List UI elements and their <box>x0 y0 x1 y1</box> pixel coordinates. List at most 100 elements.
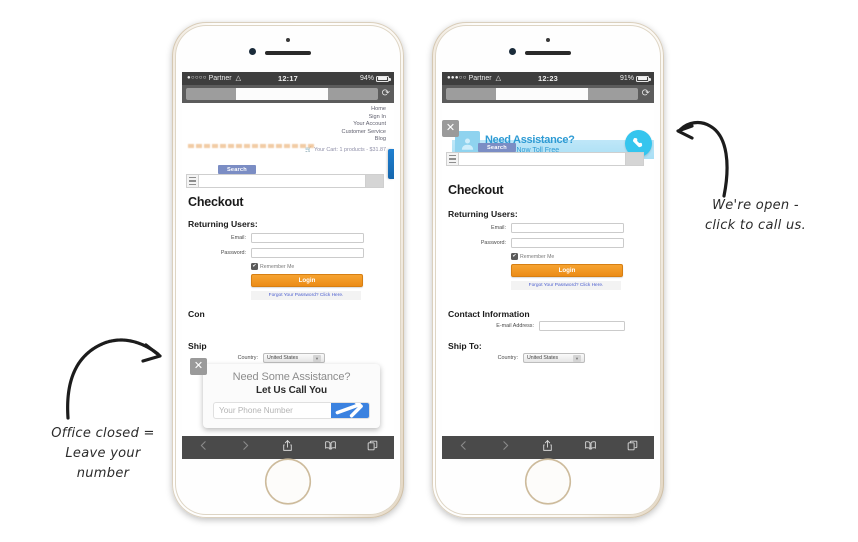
remember-me-checkbox[interactable]: ✔ <box>251 263 258 270</box>
remember-me-label: Remember Me <box>520 253 555 260</box>
search-input[interactable] <box>199 174 366 188</box>
status-bar-left: ●○○○○ Partner △ 12:17 94% <box>182 72 394 85</box>
remember-me-row[interactable]: ✔ Remember Me <box>511 253 554 260</box>
back-chevron-icon[interactable] <box>197 439 210 457</box>
returning-users-heading: Returning Users: <box>188 219 258 229</box>
browser-url-bar-right[interactable]: ⟳ <box>442 85 654 103</box>
front-camera-icon <box>249 48 256 55</box>
home-button-left[interactable] <box>266 460 310 503</box>
nav-link-home[interactable]: Home <box>182 106 386 114</box>
annotation-right-line2: click to call us. <box>704 218 807 233</box>
returning-users-heading: Returning Users: <box>448 209 518 219</box>
forgot-password-link[interactable]: Forgot Your Password? Click Here. <box>529 283 604 288</box>
comparison-stage: ●○○○○ Partner △ 12:17 94% ⟳ Home Sign In… <box>0 0 858 542</box>
earpiece-speaker <box>525 51 571 55</box>
url-input[interactable] <box>186 88 378 100</box>
remember-me-checkbox[interactable]: ✔ <box>511 253 518 260</box>
annotation-right-line1: We're open - <box>712 198 799 213</box>
search-tab-label[interactable]: Search <box>218 165 256 174</box>
home-button-right[interactable] <box>526 460 570 503</box>
chevron-down-icon: ▼ <box>313 354 321 362</box>
country-label: Country: <box>497 355 518 361</box>
back-chevron-icon[interactable] <box>457 439 470 457</box>
search-input[interactable] <box>459 152 626 166</box>
annotation-left: Office closed = Leave your number <box>18 424 188 484</box>
popup-phone-form: Your Phone Number <box>213 402 370 419</box>
annotation-arrow-right <box>676 120 729 198</box>
cart-summary-label: Your Cart: 1 products - $31.87 <box>313 146 386 153</box>
search-submit-button[interactable] <box>366 174 384 188</box>
phone-number-input[interactable]: Your Phone Number <box>214 403 331 418</box>
annotation-right: We're open - click to call us. <box>668 196 843 236</box>
close-icon[interactable]: ✕ <box>190 358 207 375</box>
page-title: Checkout <box>448 183 504 197</box>
search-submit-button[interactable] <box>626 152 644 166</box>
ship-to-heading: Ship To: <box>448 341 482 351</box>
book-icon[interactable] <box>584 439 597 457</box>
front-camera-icon <box>509 48 516 55</box>
phone-screen-right: ●●●○○ Partner △ 12:23 91% ⟳ ✕ Need Assis… <box>442 72 654 456</box>
book-icon[interactable] <box>324 439 337 457</box>
page-title: Checkout <box>188 195 244 209</box>
email-address-field[interactable] <box>539 321 625 331</box>
earpiece-speaker <box>265 51 311 55</box>
email-field[interactable] <box>251 233 364 243</box>
password-row: Password: <box>448 238 648 248</box>
country-selected-value: United States <box>527 355 559 361</box>
contact-information-heading: Contact Information <box>448 309 530 319</box>
status-clock: 12:23 <box>538 74 558 83</box>
country-selected-value: United States <box>267 355 299 361</box>
phone-screen-left: ●○○○○ Partner △ 12:17 94% ⟳ Home Sign In… <box>182 72 394 456</box>
login-button[interactable]: Login <box>251 274 363 287</box>
nav-link-customer-service[interactable]: Customer Service <box>182 129 386 137</box>
safari-toolbar-right <box>442 436 654 459</box>
close-icon[interactable]: ✕ <box>442 120 459 137</box>
battery-icon <box>636 75 651 82</box>
email-address-row: E-mail Address: <box>448 321 648 331</box>
forgot-password-link[interactable]: Forgot Your Password? Click Here. <box>269 293 344 298</box>
forward-chevron-icon[interactable] <box>239 439 252 457</box>
web-page-left: Home Sign In Your Account Customer Servi… <box>182 103 394 456</box>
phone-device-right: ●●●○○ Partner △ 12:23 91% ⟳ ✕ Need Assis… <box>432 22 664 518</box>
nav-link-sign-in[interactable]: Sign In <box>182 114 386 122</box>
reload-icon[interactable]: ⟳ <box>382 89 390 99</box>
hamburger-icon[interactable] <box>186 174 199 188</box>
remember-me-row[interactable]: ✔ Remember Me <box>251 263 294 270</box>
browser-url-bar-left[interactable]: ⟳ <box>182 85 394 103</box>
url-input[interactable] <box>446 88 638 100</box>
country-row: Country: United States ▼ <box>448 353 648 363</box>
login-button[interactable]: Login <box>511 264 623 277</box>
phone-device-left: ●○○○○ Partner △ 12:17 94% ⟳ Home Sign In… <box>172 22 404 518</box>
annotation-arrow-left <box>66 338 162 420</box>
email-row: Email: <box>448 223 648 233</box>
annotation-left-line2: Leave your <box>65 446 141 461</box>
tabs-icon[interactable] <box>626 439 639 457</box>
popup-subtitle: Let Us Call You <box>256 385 327 396</box>
side-feedback-tab[interactable] <box>388 149 394 179</box>
annotation-left-line1: Office closed = <box>51 426 155 441</box>
status-bar-right: ●●●○○ Partner △ 12:23 91% <box>442 72 654 85</box>
phone-body-right: ●●●○○ Partner △ 12:23 91% ⟳ ✕ Need Assis… <box>435 25 661 515</box>
chevron-down-icon: ▼ <box>573 354 581 362</box>
callback-popup: Need Some Assistance? Let Us Call You Yo… <box>203 364 380 428</box>
nav-link-your-account[interactable]: Your Account <box>182 121 386 129</box>
country-select[interactable]: United States ▼ <box>263 353 325 363</box>
share-icon[interactable] <box>541 439 554 457</box>
reload-icon[interactable]: ⟳ <box>642 89 650 99</box>
contact-information-heading: Con <box>188 309 205 319</box>
password-field[interactable] <box>511 238 624 248</box>
remember-me-label: Remember Me <box>260 263 295 270</box>
search-tab-label[interactable]: Search <box>478 143 516 152</box>
hamburger-icon[interactable] <box>446 152 459 166</box>
email-field[interactable] <box>511 223 624 233</box>
nav-link-blog[interactable]: Blog <box>182 136 386 144</box>
share-icon[interactable] <box>281 439 294 457</box>
tabs-icon[interactable] <box>366 439 379 457</box>
password-label: Password: <box>480 240 506 246</box>
forward-chevron-icon[interactable] <box>499 439 512 457</box>
password-field[interactable] <box>251 248 364 258</box>
send-arrow-icon[interactable] <box>331 403 369 418</box>
proximity-sensor-icon <box>546 38 550 42</box>
country-select[interactable]: United States ▼ <box>523 353 585 363</box>
email-address-label: E-mail Address: <box>496 323 534 329</box>
